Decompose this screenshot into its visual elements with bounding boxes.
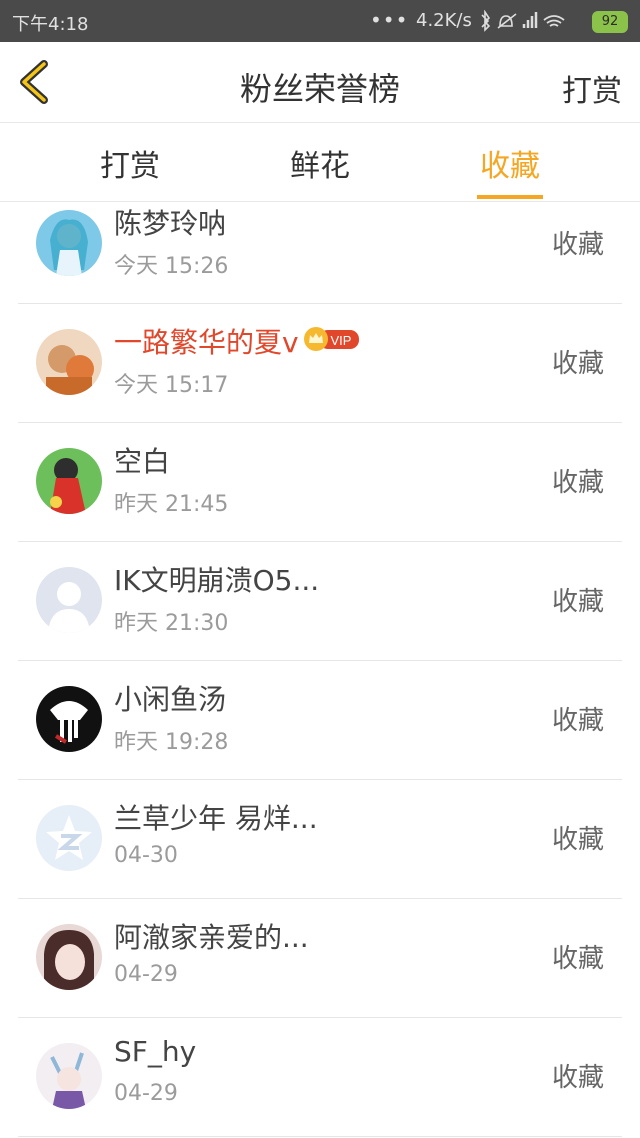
avatar (36, 448, 102, 514)
default-user-icon (36, 567, 102, 633)
default-star-icon (36, 805, 102, 871)
favorite-label: 收藏 (551, 706, 604, 736)
list-item[interactable]: 空白 昨天 21:45 收藏 (18, 422, 622, 542)
status-bar: 下午4:18 ••• 4.2K/s 92 (0, 0, 640, 42)
fan-date: 04-30 (114, 843, 178, 868)
favorite-label: 收藏 (551, 825, 604, 855)
avatar-image (36, 448, 102, 514)
list-item[interactable]: 一路繁华的夏v VIP 今天 15:17 收藏 (18, 303, 622, 423)
tab-favorites[interactable]: 收藏 (450, 141, 570, 199)
avatar (36, 805, 102, 871)
status-icons (478, 9, 568, 37)
tab-flowers-label: 鲜花 (290, 149, 350, 184)
fan-name: 阿澈家亲爱的... (114, 921, 309, 954)
favorite-label: 收藏 (551, 944, 604, 974)
status-dots: ••• (370, 8, 409, 32)
favorite-label: 收藏 (551, 587, 604, 617)
avatar (36, 329, 102, 395)
list-item[interactable]: 小闲鱼汤 昨天 19:28 收藏 (18, 660, 622, 780)
list-item[interactable]: 陈梦玲呐 今天 15:26 收藏 (18, 202, 622, 304)
fan-date: 昨天 21:30 (114, 611, 229, 636)
avatar (36, 1043, 102, 1109)
vip-badge: VIP (303, 326, 361, 359)
fan-name: 陈梦玲呐 (114, 207, 227, 240)
fan-name: SF_hy (114, 1035, 197, 1068)
fan-list[interactable]: 陈梦玲呐 今天 15:26 收藏 一路繁华的夏v VIP 今天 15:17 收藏 (0, 202, 640, 1138)
page-title: 粉丝荣誉榜 (239, 70, 400, 108)
avatar-image (36, 924, 102, 990)
vip-badge-text: VIP (330, 333, 351, 348)
avatar-image (36, 1043, 102, 1109)
fan-name: 兰草少年 易烊... (114, 802, 318, 835)
status-icons-svg (481, 9, 565, 32)
avatar-image (36, 686, 102, 752)
avatar (36, 567, 102, 633)
vip-crown-icon: VIP (303, 326, 359, 351)
tab-reward[interactable]: 打赏 (70, 141, 190, 185)
avatar-image (36, 210, 102, 276)
favorite-label: 收藏 (551, 349, 604, 379)
list-item[interactable]: SF_hy 04-29 收藏 (18, 1017, 622, 1137)
fan-name-vip: 一路繁华的夏v VIP (114, 321, 361, 361)
fan-date: 今天 15:17 (114, 373, 229, 398)
avatar (36, 210, 102, 276)
fan-name: 一路繁华的夏v (114, 326, 299, 359)
tab-flowers[interactable]: 鲜花 (260, 141, 380, 185)
reward-button[interactable]: 打赏 (562, 66, 622, 110)
avatar (36, 924, 102, 990)
fan-date: 今天 15:26 (114, 254, 229, 279)
fan-date: 04-29 (114, 1081, 178, 1106)
active-tab-indicator (477, 195, 543, 199)
network-speed: 4.2K/s (416, 10, 472, 31)
list-item[interactable]: IK文明崩溃O5... 昨天 21:30 收藏 (18, 541, 622, 661)
favorite-label: 收藏 (551, 1063, 604, 1093)
tab-bar: 打赏 鲜花 收藏 (0, 123, 640, 202)
favorite-label: 收藏 (551, 468, 604, 498)
avatar (36, 686, 102, 752)
status-time: 下午4:18 (12, 14, 89, 35)
battery-icon: 92 (592, 11, 628, 33)
fan-date: 昨天 19:28 (114, 730, 229, 755)
list-item[interactable]: 兰草少年 易烊... 04-30 收藏 (18, 779, 622, 899)
avatar-image (36, 329, 102, 395)
tab-reward-label: 打赏 (100, 149, 160, 184)
favorite-label: 收藏 (551, 230, 604, 260)
app-header: 粉丝荣誉榜 打赏 (0, 42, 640, 123)
tab-favorites-label: 收藏 (480, 149, 540, 184)
fan-name: IK文明崩溃O5... (114, 564, 320, 597)
list-item[interactable]: 阿澈家亲爱的... 04-29 收藏 (18, 898, 622, 1018)
fan-date: 04-29 (114, 962, 178, 987)
fan-name: 小闲鱼汤 (114, 683, 227, 716)
fan-name: 空白 (114, 445, 171, 478)
fan-date: 昨天 21:45 (114, 492, 229, 517)
